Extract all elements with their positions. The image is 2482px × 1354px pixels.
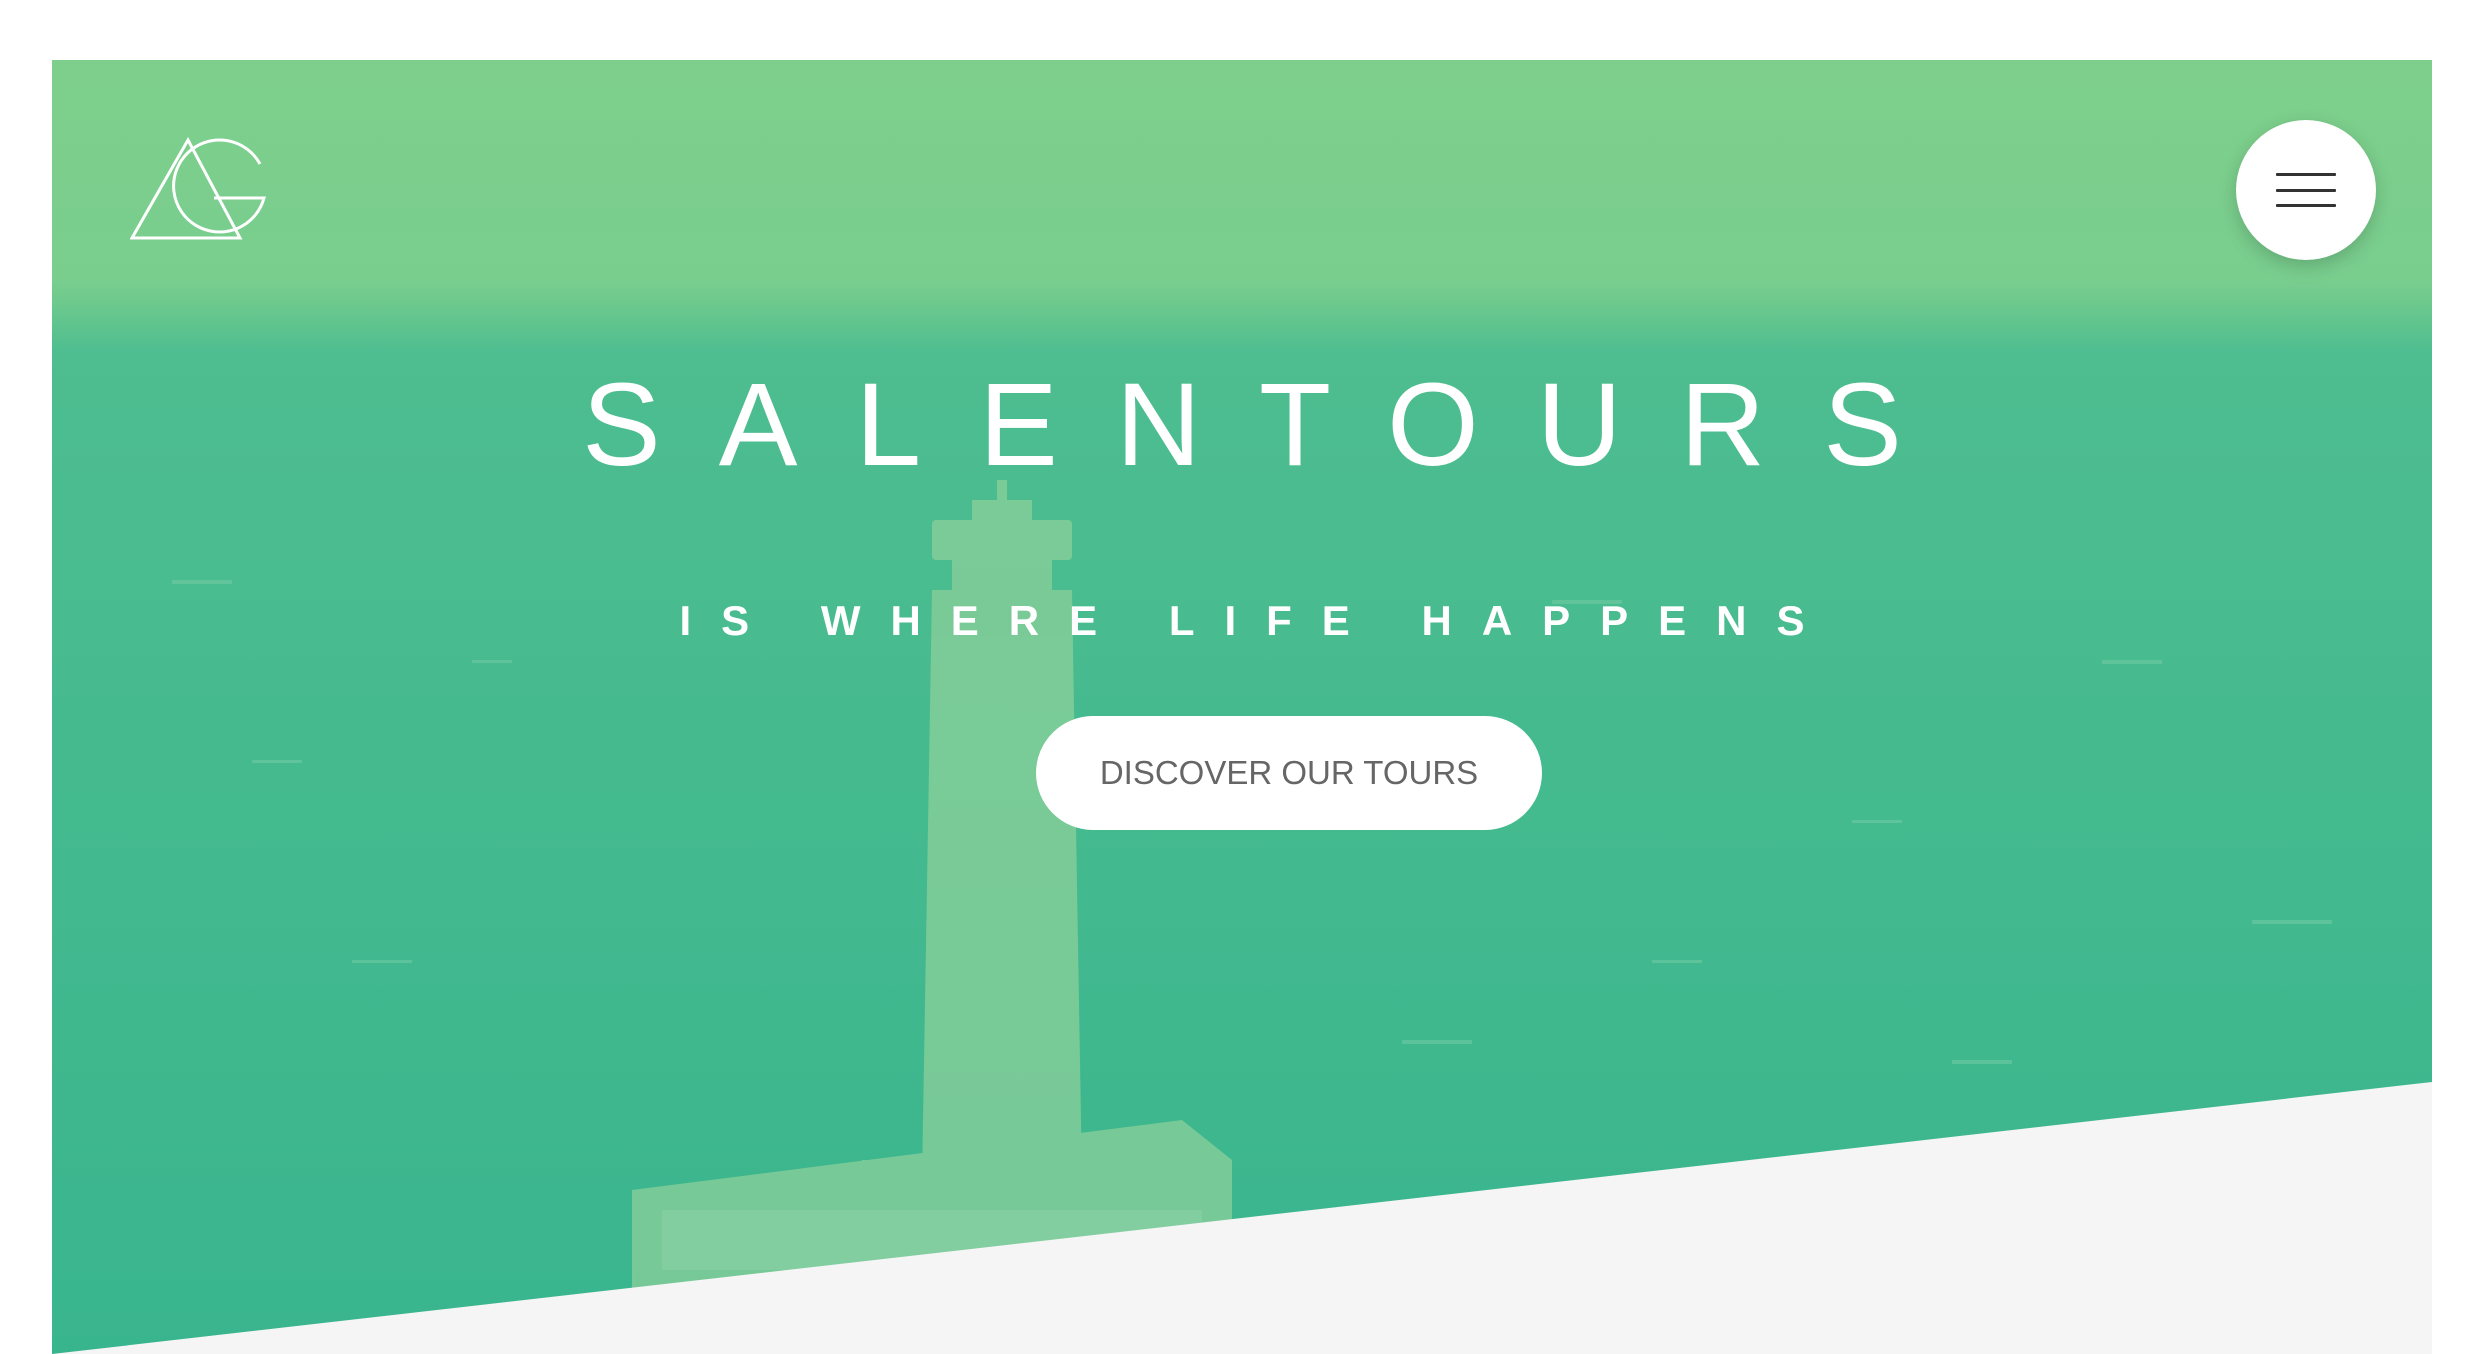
hamburger-menu-icon bbox=[2276, 173, 2336, 207]
ag-monogram-logo[interactable] bbox=[130, 136, 268, 242]
hero-section: SALENTOURS IS WHERE LIFE HAPPENS DISCOVE… bbox=[52, 60, 2432, 1354]
hero-title: SALENTOURS bbox=[582, 359, 1960, 491]
hero-subtitle: IS WHERE LIFE HAPPENS bbox=[679, 597, 1835, 644]
menu-button[interactable] bbox=[2236, 120, 2376, 260]
slanted-divider bbox=[52, 1082, 2432, 1354]
discover-tours-button[interactable]: DISCOVER OUR TOURS bbox=[1036, 716, 1542, 830]
